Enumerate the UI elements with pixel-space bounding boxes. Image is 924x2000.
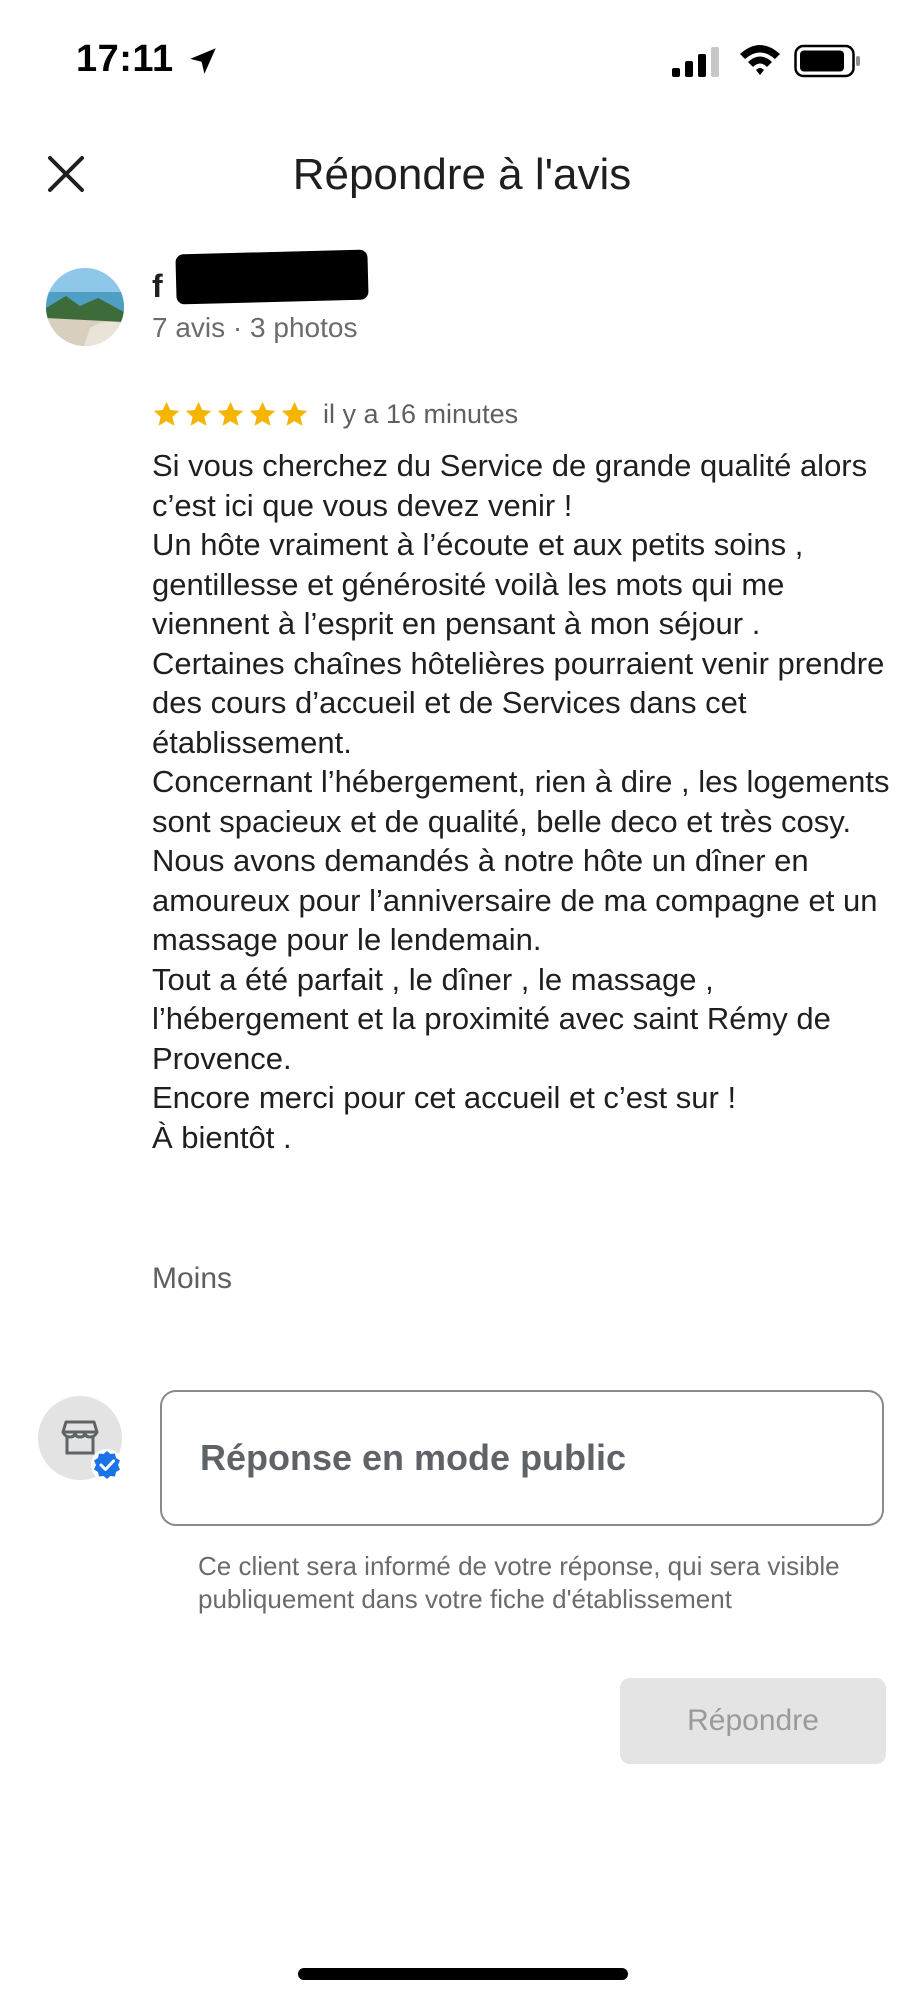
- verified-badge-icon: [91, 1449, 123, 1481]
- cellular-signal-icon: [672, 47, 719, 77]
- battery-icon: [794, 44, 860, 78]
- public-reply-input[interactable]: [160, 1390, 884, 1526]
- star-icon: [281, 401, 308, 426]
- reply-submit-button[interactable]: Répondre: [620, 1678, 886, 1764]
- status-time: 17:11: [76, 38, 174, 80]
- beach-photo-icon: [46, 268, 124, 346]
- star-rating: [152, 400, 309, 429]
- review-text: Si vous cherchez du Service de grande qu…: [152, 448, 890, 1155]
- status-bar: 17:11: [0, 0, 924, 120]
- wifi-icon: [740, 45, 780, 75]
- home-indicator[interactable]: [298, 1968, 628, 1980]
- location-arrow-icon: [190, 48, 216, 74]
- page-title: Répondre à l'avis: [292, 150, 632, 199]
- reply-helper-text: Ce client sera informé de votre réponse,…: [198, 1551, 840, 1614]
- rating-row: il y a 16 minutes: [152, 394, 518, 434]
- star-icon: [249, 401, 276, 426]
- less-link[interactable]: Moins: [152, 1262, 232, 1296]
- reviewer-avatar[interactable]: [46, 268, 124, 346]
- reviewer-meta: 7 avis · 3 photos: [152, 312, 358, 343]
- business-avatar: [38, 1396, 123, 1481]
- star-icon: [217, 401, 244, 426]
- star-icon: [185, 401, 212, 426]
- name-redaction: [175, 249, 369, 305]
- star-icon: [153, 401, 180, 426]
- review-time: il y a 16 minutes: [323, 398, 519, 429]
- reviewer-name[interactable]: f: [152, 268, 163, 305]
